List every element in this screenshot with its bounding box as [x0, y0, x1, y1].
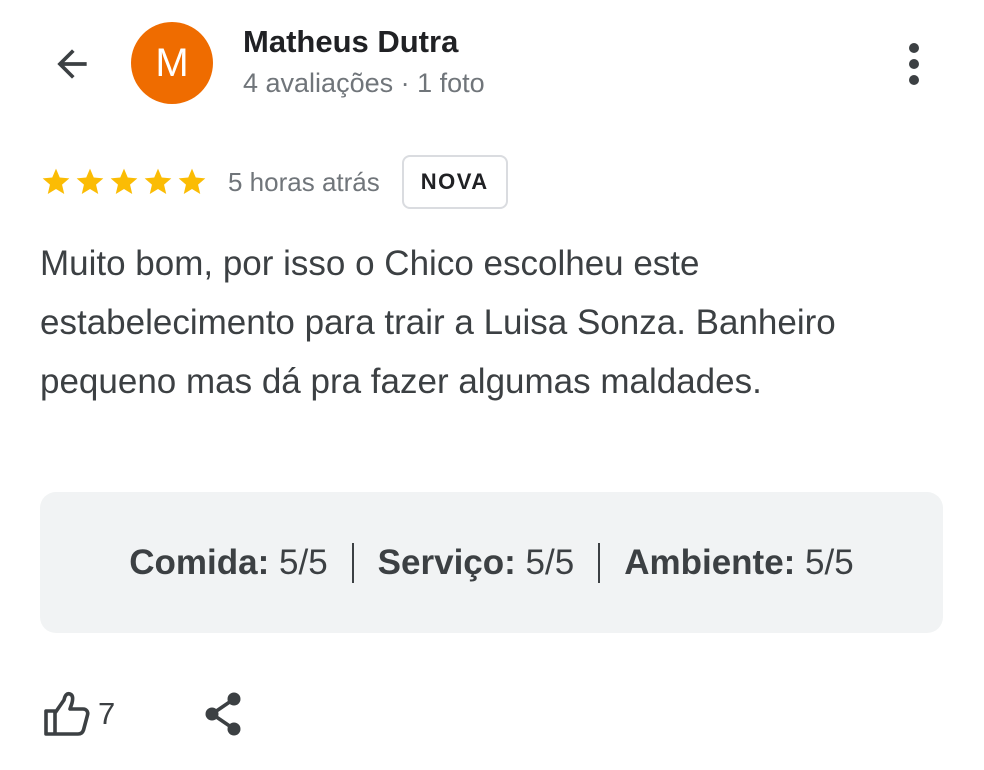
avatar-letter: M [155, 40, 189, 85]
like-button[interactable]: 7 [42, 690, 115, 738]
aspect-label: Serviço: [377, 542, 516, 582]
aspect-ratings: Comida: 5/5 Serviço: 5/5 Ambiente: 5/5 [40, 492, 943, 633]
review-screen: M Matheus Dutra 4 avaliações · 1 foto 5 … [0, 0, 984, 770]
share-icon [205, 692, 241, 736]
star-icon [178, 168, 206, 194]
aspect-food: Comida: 5/5 [129, 543, 327, 583]
aspect-value: 5/5 [279, 542, 328, 582]
back-button[interactable] [44, 36, 100, 92]
aspect-label: Comida: [129, 542, 270, 582]
aspect-divider [351, 542, 354, 583]
star-icon [76, 168, 104, 194]
review-text: Muito bom, por isso o Chico escolheu est… [40, 244, 836, 401]
star-icon [42, 168, 70, 194]
avatar[interactable]: M [131, 22, 213, 104]
arrow-back-icon [57, 49, 87, 79]
like-count: 7 [98, 696, 116, 731]
share-button[interactable] [201, 690, 245, 738]
reviewer-meta: 4 avaliações · 1 foto [243, 68, 485, 98]
aspect-divider [598, 542, 601, 583]
aspect-value: 5/5 [525, 542, 575, 582]
reviewer-name[interactable]: Matheus Dutra [243, 24, 458, 60]
more-options-button[interactable] [890, 38, 938, 90]
star-icon [144, 168, 172, 194]
more-vert-icon [909, 43, 919, 85]
new-badge: NOVA [401, 155, 508, 209]
thumb-up-icon [44, 691, 90, 736]
review-time: 5 horas atrás [228, 166, 380, 197]
star-icon [110, 168, 138, 194]
aspect-label: Ambiente: [624, 542, 796, 582]
rating-row: 5 horas atrás NOVA [40, 154, 508, 210]
review-actions: 7 [42, 686, 245, 742]
star-rating [40, 166, 208, 198]
aspect-value: 5/5 [805, 542, 854, 582]
aspect-service: Serviço: 5/5 [378, 543, 575, 583]
aspect-ambience: Ambiente: 5/5 [624, 543, 854, 583]
